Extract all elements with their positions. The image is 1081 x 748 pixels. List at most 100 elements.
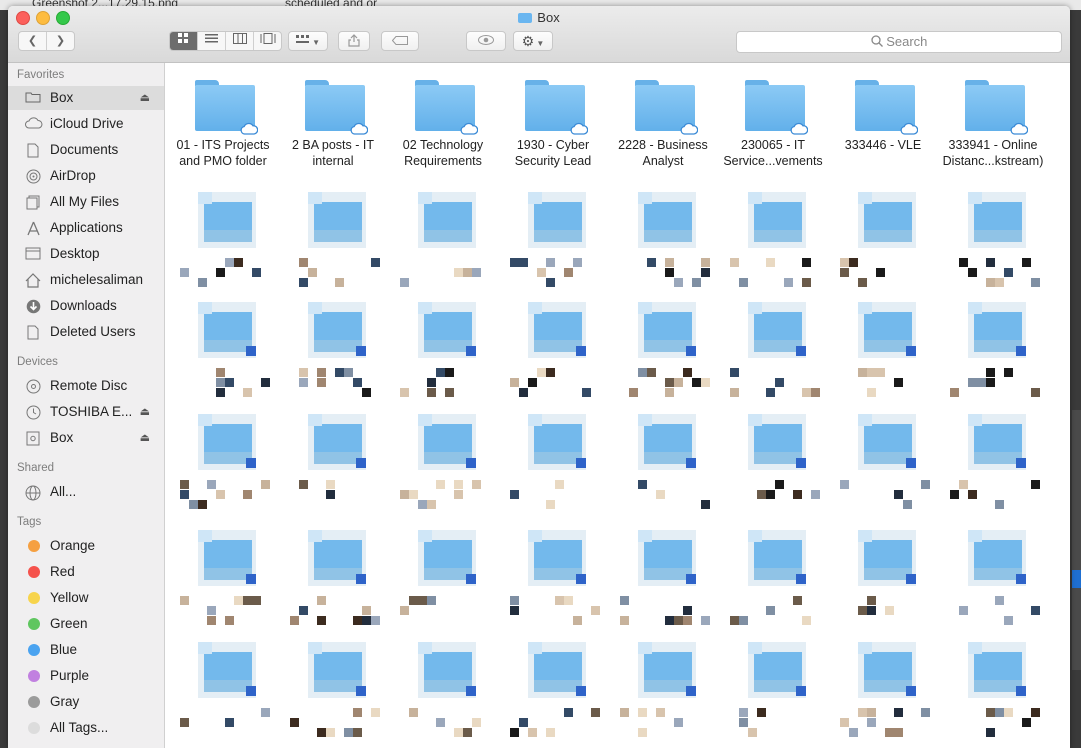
sidebar-item-home[interactable]: michelesaliman (8, 268, 164, 292)
redacted-folder-item[interactable] (938, 186, 1048, 296)
redacted-folder-item[interactable] (718, 408, 828, 518)
redacted-folder-item[interactable] (608, 636, 718, 746)
folder-item[interactable]: 333446 - VLE (828, 67, 938, 167)
folder-name: 1930 - Cyber Security Lead (514, 138, 592, 168)
redacted-folder-item[interactable] (388, 408, 498, 518)
forward-button[interactable]: ❯ (47, 32, 74, 50)
arrange-button[interactable]: ▼ (288, 31, 328, 51)
eject-icon[interactable]: ⏏ (140, 86, 150, 110)
folder-item[interactable]: 1930 - Cyber Security Lead (498, 67, 608, 168)
redacted-folder-item[interactable] (498, 186, 608, 296)
shared-heading: Shared (17, 462, 55, 474)
redacted-folder-item[interactable] (168, 186, 278, 296)
eject-icon[interactable]: ⏏ (140, 426, 150, 450)
redacted-folder-item[interactable] (828, 186, 938, 296)
tag-red[interactable]: Red (8, 560, 164, 584)
redacted-folder-item[interactable] (608, 186, 718, 296)
tag-label: Yellow (50, 590, 89, 605)
redacted-pixel (510, 490, 519, 499)
tag-purple[interactable]: Purple (8, 664, 164, 688)
redacted-folder-item[interactable] (498, 408, 608, 518)
redacted-folder-item[interactable] (278, 186, 388, 296)
redacted-folder-item[interactable] (718, 636, 828, 746)
column-view-button[interactable] (226, 32, 254, 50)
sidebar-item-all-my-files[interactable]: All My Files (8, 190, 164, 214)
folder-item[interactable]: 2228 - Business Analyst (608, 67, 718, 168)
folder-item[interactable]: 2 BA posts - IT internal (278, 67, 388, 168)
folder-item[interactable]: 333941 - Online Distanc...kstream) (938, 67, 1048, 168)
redacted-folder-item[interactable] (608, 524, 718, 634)
redacted-folder-item[interactable] (828, 408, 938, 518)
redacted-pixel (674, 718, 683, 727)
redacted-pixel (1004, 616, 1013, 625)
icon-view-button[interactable] (170, 32, 198, 50)
action-button[interactable]: ⚙ ▼ (513, 31, 553, 51)
redacted-pixel (427, 378, 436, 387)
redacted-folder-item[interactable] (828, 636, 938, 746)
redacted-folder-item[interactable] (608, 296, 718, 406)
sidebar-item-downloads[interactable]: Downloads (8, 294, 164, 318)
tag-yellow[interactable]: Yellow (8, 586, 164, 610)
redacted-pixel (299, 258, 308, 267)
redacted-folder-item[interactable] (168, 636, 278, 746)
list-view-button[interactable] (198, 32, 226, 50)
folder-item[interactable]: 01 - ITS Projects and PMO folder (168, 67, 278, 168)
redacted-folder-item[interactable] (718, 524, 828, 634)
redacted-folder-item[interactable] (498, 636, 608, 746)
redacted-folder-item[interactable] (938, 408, 1048, 518)
redacted-folder-item[interactable] (388, 186, 498, 296)
tag-orange[interactable]: Orange (8, 534, 164, 558)
redacted-pixel (701, 378, 710, 387)
sidebar-item-toshiba[interactable]: TOSHIBA E... ⏏ (8, 400, 164, 424)
redacted-folder-item[interactable] (388, 296, 498, 406)
redacted-folder-item[interactable] (168, 524, 278, 634)
redacted-folder-item[interactable] (718, 296, 828, 406)
tags-button[interactable] (381, 31, 419, 51)
sidebar-item-remote-disc[interactable]: Remote Disc (8, 374, 164, 398)
document-icon (25, 143, 41, 158)
redacted-pixel (317, 378, 326, 387)
redacted-pixel (647, 258, 656, 267)
sidebar-item-documents[interactable]: Documents (8, 138, 164, 162)
redacted-folder-item[interactable] (718, 186, 828, 296)
redacted-folder-item[interactable] (498, 524, 608, 634)
redacted-folder-item[interactable] (938, 296, 1048, 406)
redacted-folder-item[interactable] (278, 296, 388, 406)
redacted-folder-item[interactable] (278, 524, 388, 634)
redacted-folder-item[interactable] (498, 296, 608, 406)
redacted-pixel (885, 728, 894, 737)
redacted-folder-item[interactable] (938, 636, 1048, 746)
redacted-folder-item[interactable] (168, 408, 278, 518)
sidebar-item-applications[interactable]: Applications (8, 216, 164, 240)
tag-gray[interactable]: Gray (8, 690, 164, 714)
share-button[interactable] (338, 31, 370, 51)
redacted-folder-item[interactable] (278, 408, 388, 518)
redacted-pixel (317, 728, 326, 737)
sidebar-item-icloud-drive[interactable]: iCloud Drive (8, 112, 164, 136)
back-button[interactable]: ❮ (19, 32, 47, 50)
tag-green[interactable]: Green (8, 612, 164, 636)
redacted-pixel (867, 606, 876, 615)
redacted-folder-item[interactable] (828, 524, 938, 634)
redacted-folder-item[interactable] (278, 636, 388, 746)
redacted-folder-item[interactable] (828, 296, 938, 406)
tag-blue[interactable]: Blue (8, 638, 164, 662)
sidebar-item-deleted-users[interactable]: Deleted Users (8, 320, 164, 344)
folder-item[interactable]: 02 Technology Requirements (388, 67, 498, 168)
redacted-folder-item[interactable] (388, 636, 498, 746)
redacted-folder-item[interactable] (938, 524, 1048, 634)
sidebar-item-desktop[interactable]: Desktop (8, 242, 164, 266)
redacted-folder-item[interactable] (168, 296, 278, 406)
redacted-folder-item[interactable] (388, 524, 498, 634)
tag-all-tags[interactable]: All Tags... (8, 716, 164, 740)
gallery-view-button[interactable] (254, 32, 281, 50)
sidebar-item-airdrop[interactable]: AirDrop (8, 164, 164, 188)
sidebar-item-box[interactable]: Box ⏏ (8, 86, 164, 110)
search-field[interactable]: Search (736, 31, 1062, 53)
folder-item[interactable]: 230065 - IT Service...vements (718, 67, 828, 168)
redacted-folder-item[interactable] (608, 408, 718, 518)
eject-icon[interactable]: ⏏ (140, 400, 150, 424)
sidebar-item-shared-all[interactable]: All... (8, 480, 164, 504)
quick-look-button[interactable] (466, 31, 506, 51)
sidebar-item-box-drive[interactable]: Box ⏏ (8, 426, 164, 450)
